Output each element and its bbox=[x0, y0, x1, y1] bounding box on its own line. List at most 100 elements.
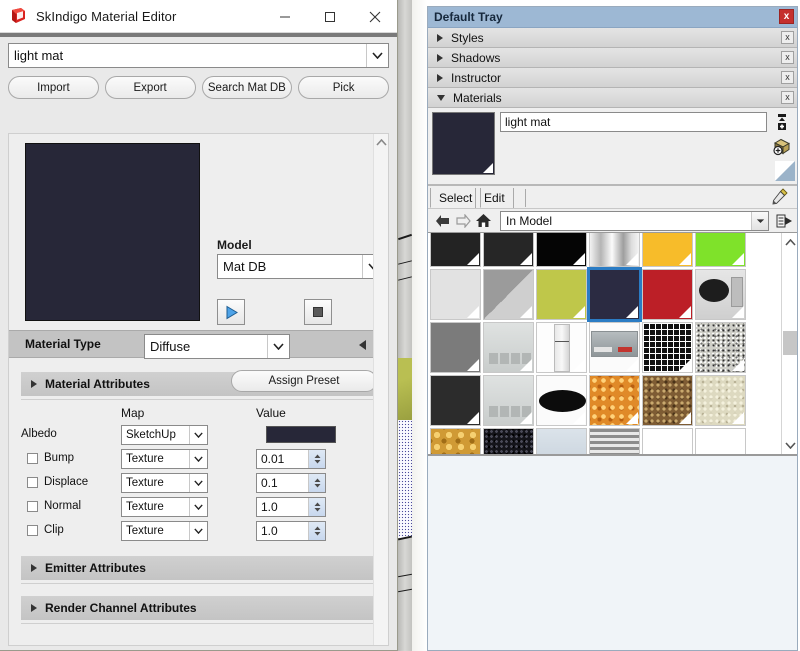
chevron-down-icon[interactable] bbox=[751, 212, 768, 230]
import-button[interactable]: Import bbox=[8, 76, 99, 99]
swatch-brushed-metal[interactable] bbox=[589, 233, 640, 267]
stepper-arrows-icon[interactable] bbox=[308, 450, 325, 468]
clip-value-stepper[interactable]: 1.0 bbox=[256, 521, 326, 541]
create-material-icon[interactable] bbox=[771, 111, 793, 133]
paint-bucket-add-icon[interactable] bbox=[771, 136, 793, 158]
material-name-value[interactable]: light mat bbox=[9, 48, 366, 63]
chevron-down-icon[interactable] bbox=[366, 44, 388, 67]
clip-value[interactable]: 1.0 bbox=[257, 524, 308, 538]
tray-section-shadows[interactable]: Shadows x bbox=[428, 48, 797, 68]
swatch-black-grid-tile[interactable] bbox=[642, 322, 693, 373]
chevron-down-icon[interactable] bbox=[189, 498, 207, 516]
swatch-blank-2[interactable] bbox=[695, 428, 746, 454]
swatch-pale-blue-stone[interactable] bbox=[536, 428, 587, 454]
material-preview[interactable] bbox=[25, 143, 200, 321]
swatch-light-grey[interactable] bbox=[430, 269, 481, 320]
swatch-black[interactable] bbox=[536, 233, 587, 267]
swatch-orange-pasta[interactable] bbox=[589, 375, 640, 426]
bump-browse-button[interactable]: .. bbox=[388, 449, 389, 468]
current-material-name-input[interactable]: light mat bbox=[500, 112, 767, 132]
section-material-attributes[interactable]: Material Attributes Assign Preset bbox=[21, 370, 380, 396]
swatch-cabinet-front-2[interactable] bbox=[483, 375, 534, 426]
swatch-light-mat-navy[interactable] bbox=[587, 267, 642, 322]
swatch-fusilli-pasta[interactable] bbox=[430, 428, 481, 454]
home-icon[interactable] bbox=[473, 211, 493, 231]
bump-map-select[interactable]: Texture bbox=[121, 449, 208, 469]
chevron-down-icon[interactable] bbox=[189, 522, 207, 540]
material-type-combo[interactable]: Diffuse bbox=[144, 334, 290, 359]
pick-button[interactable]: Pick bbox=[298, 76, 389, 99]
chevron-down-icon[interactable] bbox=[189, 426, 207, 444]
tray-section-instructor[interactable]: Instructor x bbox=[428, 68, 797, 88]
tab-select[interactable]: Select bbox=[430, 188, 482, 208]
displace-checkbox[interactable] bbox=[27, 477, 38, 488]
stepper-arrows-icon[interactable] bbox=[308, 498, 325, 516]
stepper-arrows-icon[interactable] bbox=[308, 474, 325, 492]
normal-map-select[interactable]: Texture bbox=[121, 497, 208, 517]
swatch-fridge-door[interactable] bbox=[536, 322, 587, 373]
chevron-down-icon[interactable] bbox=[267, 335, 289, 358]
clip-browse-button[interactable]: .. bbox=[388, 521, 389, 540]
tray-close-icon[interactable]: x bbox=[779, 9, 794, 24]
tab-edit[interactable]: Edit bbox=[475, 188, 514, 208]
close-icon[interactable]: x bbox=[781, 91, 794, 104]
current-material-swatch[interactable] bbox=[432, 112, 495, 175]
details-arrow-icon[interactable] bbox=[774, 211, 794, 231]
material-name-combo[interactable]: light mat bbox=[8, 43, 389, 68]
swatch-medium-grey[interactable] bbox=[430, 322, 481, 373]
albedo-color-swatch[interactable] bbox=[266, 426, 336, 443]
stop-icon[interactable] bbox=[304, 299, 332, 325]
section-render-channel-attributes[interactable]: Render Channel Attributes bbox=[21, 596, 380, 620]
close-icon[interactable]: x bbox=[781, 31, 794, 44]
play-icon[interactable] bbox=[217, 299, 245, 325]
scroll-down-icon[interactable] bbox=[782, 436, 797, 454]
bump-checkbox[interactable] bbox=[27, 453, 38, 464]
swatch-blank-1[interactable] bbox=[642, 428, 693, 454]
library-select[interactable]: In Model bbox=[500, 211, 769, 231]
displace-value-stepper[interactable]: 0.1 bbox=[256, 473, 326, 493]
swatch-crimson-red[interactable] bbox=[642, 269, 693, 320]
albedo-map-select[interactable]: SketchUp bbox=[121, 425, 208, 445]
chevron-down-icon[interactable] bbox=[189, 450, 207, 468]
search-mat-db-button[interactable]: Search Mat DB bbox=[201, 76, 293, 99]
bump-value[interactable]: 0.01 bbox=[257, 452, 308, 466]
maximize-icon[interactable] bbox=[307, 0, 352, 33]
tray-section-materials[interactable]: Materials x bbox=[428, 88, 797, 108]
secondary-selection-swatch[interactable] bbox=[774, 160, 796, 182]
normal-value[interactable]: 1.0 bbox=[257, 500, 308, 514]
swatch-dark-charcoal-2[interactable] bbox=[483, 233, 534, 267]
chevron-down-icon[interactable] bbox=[189, 474, 207, 492]
bump-value-stepper[interactable]: 0.01 bbox=[256, 449, 326, 469]
swatch-two-tone-grey[interactable] bbox=[483, 269, 534, 320]
normal-checkbox[interactable] bbox=[27, 501, 38, 512]
material-type-value[interactable]: Diffuse bbox=[145, 339, 267, 354]
scroll-up-icon[interactable] bbox=[374, 134, 388, 150]
collapse-left-arrow-icon[interactable] bbox=[359, 340, 366, 350]
tray-section-styles[interactable]: Styles x bbox=[428, 28, 797, 48]
minimize-icon[interactable] bbox=[262, 0, 307, 33]
model-combo[interactable]: Mat DB bbox=[217, 254, 385, 279]
swatch-cabinet-front[interactable] bbox=[483, 322, 534, 373]
close-icon[interactable]: x bbox=[781, 71, 794, 84]
swatch-oven-front[interactable] bbox=[589, 322, 640, 373]
swatch-striped-metal[interactable] bbox=[589, 428, 640, 454]
clip-checkbox[interactable] bbox=[27, 525, 38, 536]
normal-value-stepper[interactable]: 1.0 bbox=[256, 497, 326, 517]
swatch-amber-yellow[interactable] bbox=[642, 233, 693, 267]
section-emitter-attributes[interactable]: Emitter Attributes bbox=[21, 556, 380, 580]
scrollbar-thumb[interactable] bbox=[783, 331, 797, 355]
swatch-microwave-texture[interactable] bbox=[695, 269, 746, 320]
swatch-black-seeds[interactable] bbox=[483, 428, 534, 454]
export-button[interactable]: Export bbox=[104, 76, 196, 99]
forward-arrow-icon[interactable] bbox=[453, 211, 473, 231]
displace-browse-button[interactable]: .. bbox=[388, 473, 389, 492]
swatch-beige-rice[interactable] bbox=[695, 375, 746, 426]
assign-preset-button[interactable]: Assign Preset bbox=[231, 370, 377, 392]
materials-grid-scrollbar[interactable] bbox=[781, 233, 797, 454]
stepper-arrows-icon[interactable] bbox=[308, 522, 325, 540]
material-editor-titlebar[interactable]: SkIndigo Material Editor bbox=[0, 0, 397, 33]
swatch-black-ellipse-hob[interactable] bbox=[536, 375, 587, 426]
displace-value[interactable]: 0.1 bbox=[257, 476, 308, 490]
swatch-lime-green[interactable] bbox=[695, 233, 746, 267]
material-editor-scrollbar[interactable] bbox=[373, 134, 388, 645]
